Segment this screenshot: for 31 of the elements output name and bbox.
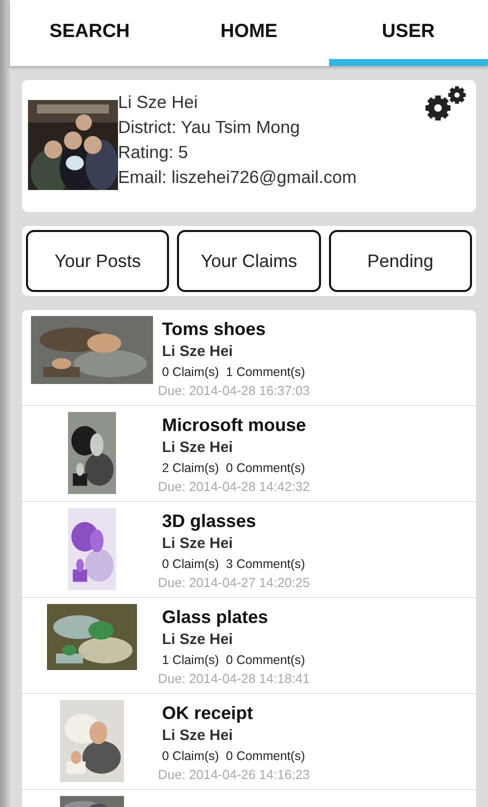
settings-icon[interactable] xyxy=(424,84,468,122)
post-title[interactable]: OK receipt xyxy=(162,701,310,725)
post-title[interactable]: Toms shoes xyxy=(162,317,310,341)
post-owner: Li Sze Hei xyxy=(162,630,234,650)
due-date: Due: 2014-04-27 14:20:25 xyxy=(158,574,310,591)
post-title[interactable]: Glass plates xyxy=(162,605,310,629)
post-counts: 0 Claim(s) 3 Comment(s) xyxy=(162,556,306,573)
post-owner: Li Sze Hei xyxy=(162,726,234,746)
post-title[interactable]: 3D glasses xyxy=(162,509,310,533)
filter-button[interactable]: Your Posts xyxy=(26,230,170,292)
due-date: Due: 2014-04-28 14:18:41 xyxy=(158,670,310,687)
tab[interactable]: HOME xyxy=(169,0,329,66)
due-date: Due: 2014-04-28 14:42:32 xyxy=(158,478,310,495)
post-counts: 1 Claim(s) 0 Comment(s) xyxy=(162,652,306,669)
user-name: Li Sze Hei xyxy=(118,91,199,114)
post-owner: Li Sze Hei xyxy=(162,534,234,554)
post-owner: Li Sze Hei xyxy=(162,438,234,458)
tab[interactable]: USER xyxy=(328,0,488,66)
post-counts: 2 Claim(s) 0 Comment(s) xyxy=(162,460,306,477)
tab[interactable]: SEARCH xyxy=(10,0,170,66)
email-text: Email: liszehei726@gmail.com xyxy=(118,166,357,189)
due-date: Due: 2014-04-28 16:37:03 xyxy=(158,382,310,399)
district-text: District: Yau Tsim Mong xyxy=(118,116,301,139)
rating-text: Rating: 5 xyxy=(118,141,190,164)
post-counts: 0 Claim(s) 1 Comment(s) xyxy=(162,364,306,381)
filter-button[interactable]: Your Claims xyxy=(177,230,321,292)
post-owner: Li Sze Hei xyxy=(162,342,234,362)
due-date: Due: 2014-04-26 14:16:23 xyxy=(158,766,310,783)
filter-button[interactable]: Pending xyxy=(328,230,472,292)
post-counts: 0 Claim(s) 0 Comment(s) xyxy=(162,748,306,765)
post-title[interactable]: Microsoft mouse xyxy=(162,413,310,437)
